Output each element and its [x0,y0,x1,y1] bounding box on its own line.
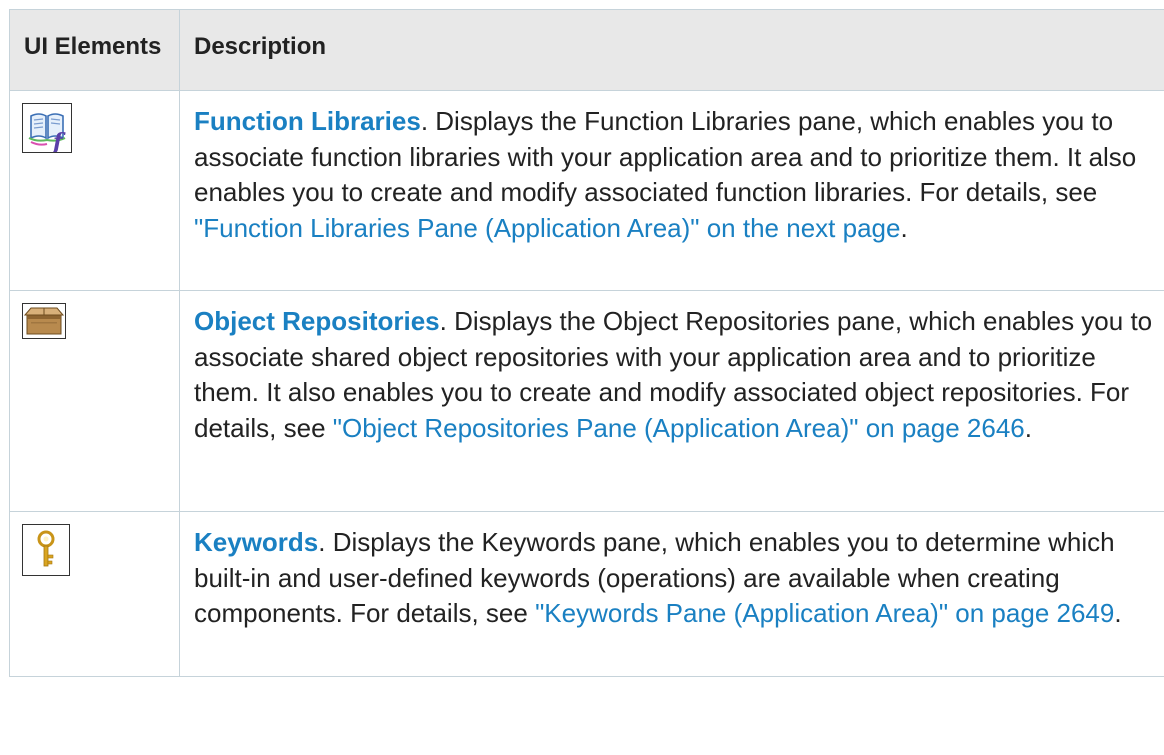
ui-element-cell [9,290,180,512]
header-description: Description [179,9,1164,91]
description-end: . [1024,412,1032,443]
function-library-book-icon: f [22,103,72,153]
table-row: Keywords. Displays the Keywords pane, wh… [9,511,1164,677]
table-row: Object Repositories. Displays the Object… [9,290,1164,512]
description-end: . [1114,598,1122,628]
keyword-key-icon [22,524,70,576]
term-object-repositories: Object Repositories [194,306,440,336]
description-cell: Object Repositories. Displays the Object… [179,290,1164,512]
ui-elements-table: UI Elements Description f Function Libra… [9,9,1164,677]
description-cell: Keywords. Displays the Keywords pane, wh… [179,511,1164,677]
table-row: f Function Libraries. Displays the Funct… [9,90,1164,291]
term-keywords: Keywords [194,527,319,557]
description-cell: Function Libraries. Displays the Functio… [179,90,1164,291]
link-function-libraries-pane[interactable]: "Function Libraries Pane (Application Ar… [194,213,900,243]
term-function-libraries: Function Libraries [194,106,421,136]
object-repository-box-icon [22,303,66,339]
link-keywords-pane[interactable]: "Keywords Pane (Application Area)" on pa… [535,598,1114,628]
ui-element-cell: f [9,90,180,291]
header-ui-elements: UI Elements [9,9,180,91]
description-end: . [900,212,908,243]
link-object-repositories-pane[interactable]: "Object Repositories Pane (Application A… [333,413,1025,443]
table-header-row: UI Elements Description [9,9,1164,91]
ui-element-cell [9,511,180,677]
